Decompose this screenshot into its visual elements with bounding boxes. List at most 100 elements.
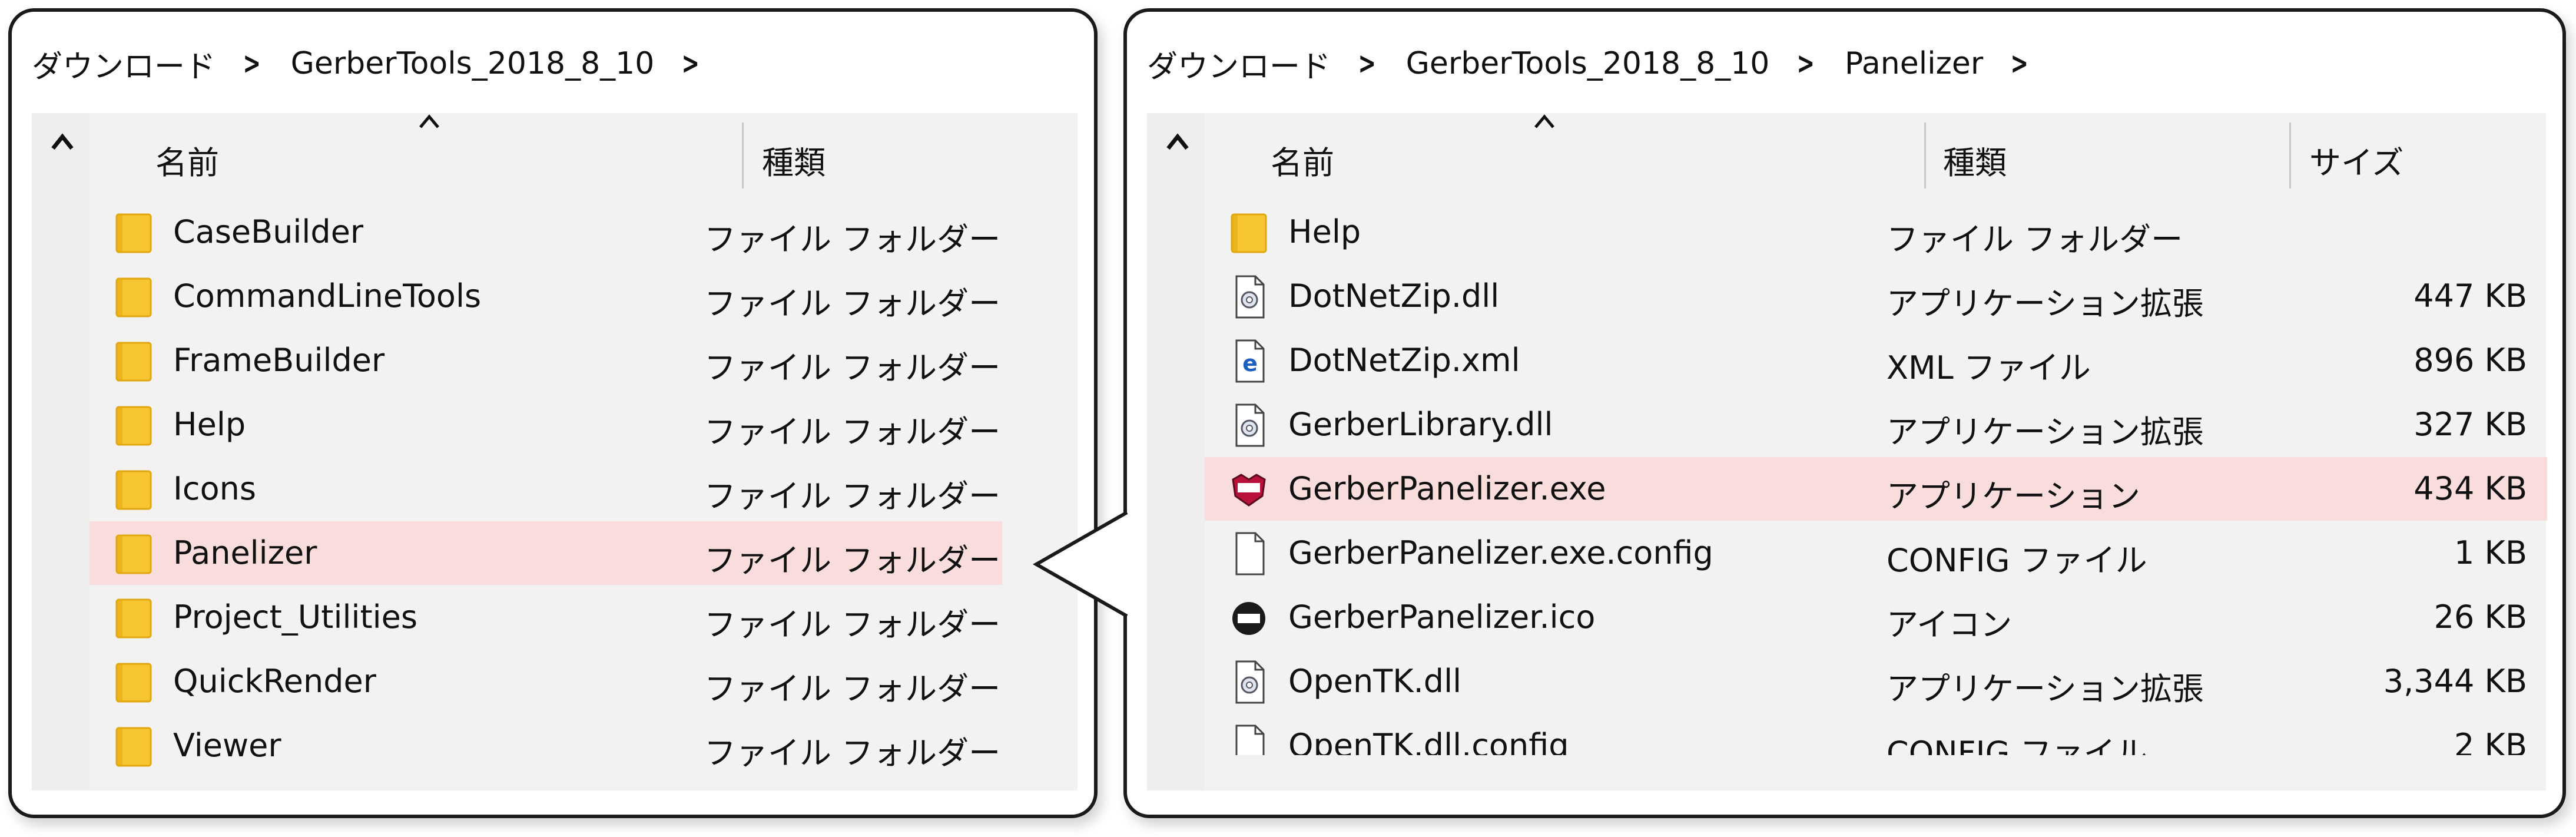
breadcrumb-gerbertools[interactable]: GerberTools_2018_8_10: [1406, 46, 1770, 81]
xml-icon: e: [1229, 338, 1268, 384]
file-row-project-utilities[interactable]: Project_Utilities ファイル フォルダー: [89, 585, 1002, 649]
file-size: 434 KB: [2413, 470, 2527, 507]
breadcrumb-panelizer[interactable]: Panelizer: [1845, 46, 1983, 81]
file-row-help[interactable]: Help ファイル フォルダー: [89, 393, 1002, 456]
file-row-quickrender[interactable]: QuickRender ファイル フォルダー: [89, 650, 1002, 713]
file-name: Project_Utilities: [173, 598, 417, 636]
column-header-type[interactable]: 種類: [1943, 137, 2007, 183]
pnl-app-icon: [1229, 467, 1268, 512]
folder-icon: [114, 531, 153, 577]
file-name: DotNetZip.dll: [1288, 277, 1500, 315]
folder-icon: [114, 595, 153, 641]
file-name: Viewer: [173, 727, 281, 764]
chevron-right-icon[interactable]: >: [243, 46, 261, 81]
file-type: CONFIG ファイル: [1887, 735, 2147, 755]
file-type: ファイル フォルダー: [704, 735, 1001, 772]
file-name: CaseBuilder: [173, 213, 364, 250]
file-row-help[interactable]: Help ファイル フォルダー: [1205, 200, 2547, 264]
file-type: ファイル フォルダー: [704, 413, 1001, 451]
file-name: Panelizer: [173, 534, 317, 571]
column-header-row: 名前 種類 サイズ: [1147, 113, 2546, 190]
file-name: GerberPanelizer.exe.config: [1288, 534, 1713, 571]
file-name: GerberLibrary.dll: [1288, 406, 1553, 443]
folder-icon: [114, 659, 153, 705]
file-type: ファイル フォルダー: [704, 349, 1001, 386]
file-type: アイコン: [1887, 606, 2013, 643]
left-breadcrumb: ダウンロード > GerberTools_2018_8_10 >: [32, 34, 730, 93]
folder-icon: [114, 338, 153, 384]
folder-icon: [114, 467, 153, 512]
dll-icon: [1229, 659, 1268, 705]
left-explorer-window: ダウンロード > GerberTools_2018_8_10 > 名前 種類 C…: [8, 8, 1098, 818]
file-size: 3,344 KB: [2383, 663, 2527, 700]
file-name: Icons: [173, 470, 257, 507]
column-header-row: 名前 種類: [32, 113, 1078, 190]
file-row-gerberpanelizer-exe[interactable]: GerberPanelizer.exe アプリケーション 434 KB: [1205, 457, 2547, 521]
column-header-type[interactable]: 種類: [762, 137, 825, 183]
chevron-right-icon[interactable]: >: [1797, 46, 1815, 81]
chevron-right-icon[interactable]: >: [2011, 46, 2029, 81]
file-row-icons[interactable]: Icons ファイル フォルダー: [89, 457, 1002, 521]
folder-icon: [114, 210, 153, 256]
file-row-gerberlibrary-dll[interactable]: GerberLibrary.dll アプリケーション拡張 327 KB: [1205, 393, 2547, 456]
file-size: 2 KB: [2454, 727, 2527, 755]
breadcrumb-downloads[interactable]: ダウンロード: [1147, 42, 1331, 86]
file-type: ファイル フォルダー: [704, 478, 1001, 515]
file-size: 896 KB: [2413, 342, 2527, 379]
file-row-casebuilder[interactable]: CaseBuilder ファイル フォルダー: [89, 200, 1002, 264]
file-name: GerberPanelizer.exe: [1288, 470, 1606, 507]
file-row-gerberpanelizer-exe-config[interactable]: GerberPanelizer.exe.config CONFIG ファイル 1 K…: [1205, 521, 2547, 585]
file-type: ファイル フォルダー: [704, 670, 1001, 707]
file-row-panelizer[interactable]: Panelizer ファイル フォルダー: [89, 521, 1002, 585]
file-type: アプリケーション拡張: [1887, 413, 2204, 451]
file-row-dotnetzip-xml[interactable]: e DotNetZip.xml XML ファイル 896 KB: [1205, 329, 2547, 392]
file-type: ファイル フォルダー: [704, 221, 1001, 258]
file-name: CommandLineTools: [173, 277, 482, 315]
file-type: CONFIG ファイル: [1887, 542, 2147, 579]
folder-icon: [114, 274, 153, 320]
file-name: GerberPanelizer.ico: [1288, 598, 1596, 636]
pnl-ico-icon: [1229, 595, 1268, 641]
column-divider[interactable]: [2289, 123, 2291, 188]
file-name: DotNetZip.xml: [1288, 342, 1520, 379]
file-size: 26 KB: [2434, 598, 2527, 636]
column-header-name[interactable]: 名前: [155, 137, 219, 183]
blank-file-icon: [1229, 723, 1268, 755]
file-type: ファイル フォルダー: [704, 606, 1001, 643]
column-divider[interactable]: [742, 123, 744, 188]
file-type: ファイル フォルダー: [704, 542, 1001, 579]
chevron-right-icon[interactable]: >: [682, 46, 700, 81]
file-size: 1 KB: [2454, 534, 2527, 571]
file-name: OpenTK.dll.config: [1288, 727, 1569, 755]
file-row-opentk-dll[interactable]: OpenTK.dll アプリケーション拡張 3,344 KB: [1205, 650, 2547, 713]
folder-icon: [1229, 210, 1268, 256]
sort-ascending-icon: [1534, 114, 1554, 128]
file-row-gerberpanelizer-ico[interactable]: GerberPanelizer.ico アイコン 26 KB: [1205, 585, 2547, 649]
file-name: QuickRender: [173, 663, 376, 700]
file-type: アプリケーション拡張: [1887, 285, 2204, 322]
chevron-right-icon[interactable]: >: [1358, 46, 1377, 81]
file-size: 447 KB: [2413, 277, 2527, 315]
right-breadcrumb: ダウンロード > GerberTools_2018_8_10 > Paneliz…: [1147, 34, 2058, 93]
file-name: OpenTK.dll: [1288, 663, 1462, 700]
sort-ascending-icon: [419, 114, 439, 128]
column-divider[interactable]: [1924, 123, 1926, 188]
breadcrumb-downloads[interactable]: ダウンロード: [32, 42, 216, 86]
folder-icon: [114, 723, 153, 769]
svg-text:e: e: [1242, 350, 1258, 376]
file-type: アプリケーション: [1887, 478, 2140, 515]
column-header-size[interactable]: サイズ: [2309, 137, 2403, 183]
file-name: Help: [173, 406, 246, 443]
column-header-name[interactable]: 名前: [1271, 137, 1334, 183]
file-row-viewer[interactable]: Viewer ファイル フォルダー: [89, 714, 1002, 778]
file-row-commandlinetools[interactable]: CommandLineTools ファイル フォルダー: [89, 264, 1002, 328]
file-row-framebuilder[interactable]: FrameBuilder ファイル フォルダー: [89, 329, 1002, 392]
right-explorer-window: ダウンロード > GerberTools_2018_8_10 > Paneliz…: [1123, 8, 2566, 818]
file-type: ファイル フォルダー: [704, 285, 1001, 322]
file-type: XML ファイル: [1887, 349, 2091, 386]
breadcrumb-gerbertools[interactable]: GerberTools_2018_8_10: [291, 46, 655, 81]
file-name: Help: [1288, 213, 1361, 250]
file-row-dotnetzip-dll[interactable]: DotNetZip.dll アプリケーション拡張 447 KB: [1205, 264, 2547, 328]
file-row-opentk-dll-config[interactable]: OpenTK.dll.config CONFIG ファイル 2 KB: [1205, 714, 2547, 755]
dll-icon: [1229, 274, 1268, 320]
